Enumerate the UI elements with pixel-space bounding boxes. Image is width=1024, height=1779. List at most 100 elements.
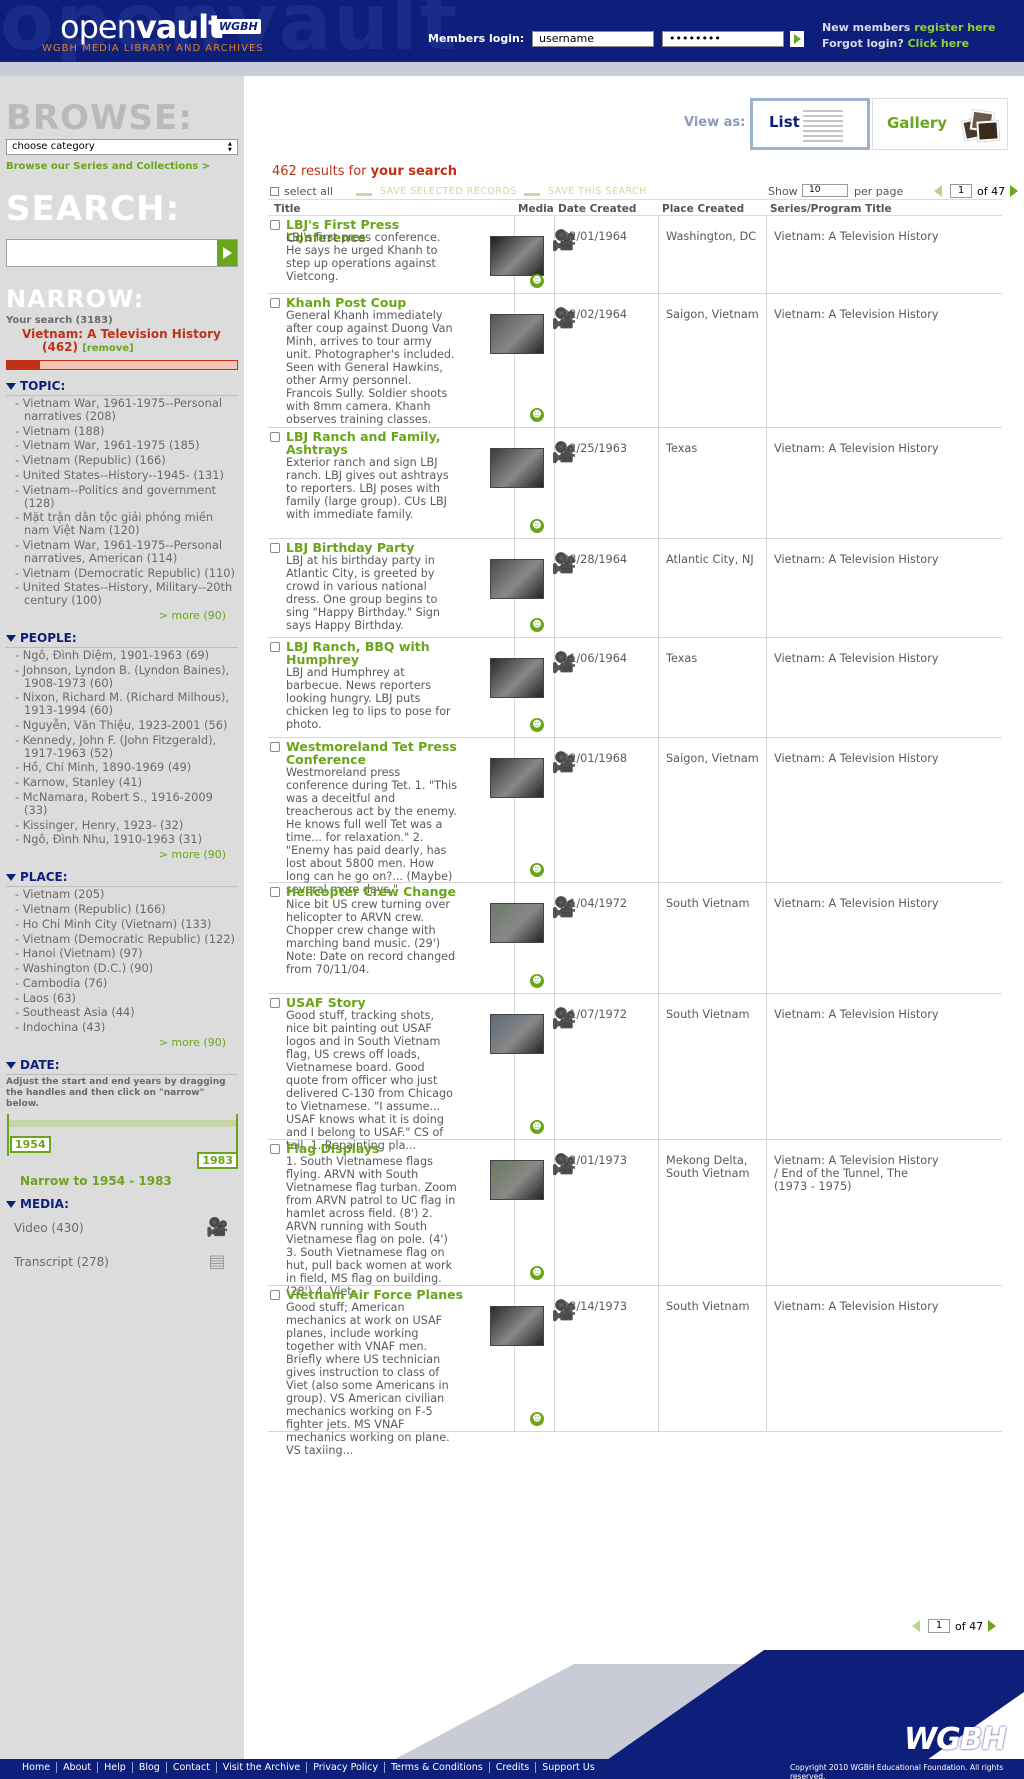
table-row[interactable]: LBJ's First Press Conference LBJ's first … [268,216,1002,294]
table-row[interactable]: Flag Displays 1. South Vietnamese flags f… [268,1140,1002,1298]
record-title-link[interactable]: LBJ Birthday Party [286,541,476,554]
place-facet-item[interactable]: Vietnam (205) [9,888,238,901]
row-checkbox[interactable] [270,298,280,308]
topic-facet-item[interactable]: Vietnam (188) [9,424,238,438]
username-input[interactable]: username [532,31,654,47]
place-more-link[interactable]: > more (90) [6,1036,226,1049]
topic-facet-item[interactable]: Vietnam War, 1961-1975--Personal narrati… [9,539,238,565]
footer-link[interactable]: Visit the Archive [216,1762,308,1773]
record-title-link[interactable]: Westmoreland Tet Press Conference [286,740,476,766]
record-title-link[interactable]: USAF Story [286,996,476,1009]
media-video-item[interactable]: Video (430) 🎥 [6,1213,238,1247]
footer-link[interactable]: Help [98,1762,133,1773]
column-place[interactable]: Place Created [662,203,744,215]
topic-facet-item[interactable]: Vietnam War, 1961-1975--Personal narrati… [9,397,238,423]
view-list-button[interactable]: List [750,98,870,150]
row-checkbox[interactable] [270,543,280,553]
place-facet-item[interactable]: Southeast Asia (44) [9,1006,238,1019]
record-thumbnail[interactable] [490,658,544,698]
people-facet-item[interactable]: McNamara, Robert S., 1916-2009 (33) [9,791,238,817]
record-title-link[interactable]: Vietnam Air Force Planes [286,1288,476,1301]
next-page-icon[interactable] [1010,185,1018,197]
page-number-input[interactable]: 1 [928,1619,950,1633]
footer-link[interactable]: Terms & Conditions [384,1762,490,1773]
people-facet-item[interactable]: Ngô, Đình Diệm, 1901-1963 (69) [9,649,238,662]
wgbh-footer-logo[interactable]: WGBH [904,1722,1007,1757]
topic-facet-item[interactable]: United States--History--1945- (131) [9,469,238,482]
table-row[interactable]: Helicopter Crew Change Nice bit US crew t… [268,883,1002,994]
date-facet-title[interactable]: DATE: [6,1058,238,1076]
footer-link[interactable]: About [57,1762,99,1773]
people-facet-item[interactable]: Hồ, Chí Minh, 1890-1969 (49) [9,761,238,774]
footer-link[interactable]: Contact [166,1762,217,1773]
footer-link[interactable]: Support Us [536,1762,600,1773]
place-facet-title[interactable]: PLACE: [6,870,238,888]
table-row[interactable]: LBJ Ranch, BBQ with Humphrey LBJ and Hump… [268,638,1002,738]
record-thumbnail[interactable] [490,314,544,354]
record-title-link[interactable]: Khanh Post Coup [286,296,476,309]
people-facet-title[interactable]: PEOPLE: [6,631,238,648]
record-title-link[interactable]: LBJ Ranch and Family, Ashtrays [286,430,476,456]
table-row[interactable]: Vietnam Air Force Planes Good stuff; Amer… [268,1286,1002,1457]
password-input[interactable]: •••••••• [662,31,784,47]
prev-page-icon[interactable] [912,1620,920,1632]
topic-more-link[interactable]: > more (90) [6,609,226,622]
media-facet-title[interactable]: MEDIA: [6,1197,238,1213]
footer-link[interactable]: Credits [489,1762,537,1773]
search-go-button[interactable] [217,240,237,266]
record-title-link[interactable]: Flag Displays [286,1142,476,1155]
column-media[interactable]: Media [518,203,554,215]
date-start-handle[interactable] [7,1114,9,1157]
row-checkbox[interactable] [270,1290,280,1300]
select-all-checkbox[interactable] [270,187,279,196]
footer-link[interactable]: Privacy Policy [307,1762,385,1773]
login-go-button[interactable] [790,31,804,47]
topic-facet-item[interactable]: Vietnam (Democratic Republic) (110) [9,566,238,580]
save-records-button[interactable]: SAVE SELECTED RECORDS [380,186,517,197]
per-page-select[interactable]: 10 [802,184,848,197]
record-thumbnail[interactable] [490,236,544,276]
openvault-logo[interactable]: openvault [60,8,223,46]
record-thumbnail[interactable] [490,758,544,798]
category-select[interactable]: choose category [6,139,238,155]
topic-facet-item[interactable]: Vietnam--Politics and government (128) [9,483,238,510]
footer-link[interactable]: Blog [132,1762,167,1773]
table-row[interactable]: LBJ Birthday Party LBJ at his birthday pa… [268,539,1002,638]
forgot-login-link[interactable]: Click here [908,37,969,50]
row-checkbox[interactable] [270,887,280,897]
place-facet-item[interactable]: Washington (D.C.) (90) [9,962,238,975]
place-facet-item[interactable]: Ho Chi Minh City (Vietnam) (133) [9,917,238,931]
record-thumbnail[interactable] [490,559,544,599]
people-facet-item[interactable]: Karnow, Stanley (41) [9,776,238,789]
column-title[interactable]: Title [274,203,301,215]
people-facet-item[interactable]: Nguyễn, Văn Thiệu, 1923-2001 (56) [9,719,238,732]
view-gallery-button[interactable]: Gallery [872,98,1008,150]
column-series[interactable]: Series/Program Title [770,203,892,215]
table-row[interactable]: USAF Story Good stuff, tracking shots, ni… [268,994,1002,1152]
table-row[interactable]: LBJ Ranch and Family, Ashtrays Exterior r… [268,428,1002,539]
row-checkbox[interactable] [270,432,280,442]
topic-facet-title[interactable]: TOPIC: [6,379,238,396]
topic-facet-item[interactable]: Vietnam (Republic) (166) [9,454,238,467]
topic-facet-item[interactable]: Mặt trận dân tộc giải phóng miền nam Việ… [9,511,238,537]
search-field[interactable] [6,239,238,267]
record-thumbnail[interactable] [490,448,544,488]
table-row[interactable]: Khanh Post Coup General Khanh immediately… [268,294,1002,428]
register-link[interactable]: register here [914,21,995,34]
date-range-slider[interactable]: 1954 1983 [6,1114,238,1170]
next-page-icon[interactable] [988,1620,996,1632]
record-thumbnail[interactable] [490,1306,544,1346]
column-date[interactable]: Date Created [558,203,636,215]
place-facet-item[interactable]: Cambodia (76) [9,977,238,990]
place-facet-item[interactable]: Vietnam (Democratic Republic) (122) [9,932,238,946]
place-facet-item[interactable]: Indochina (43) [9,1021,238,1034]
topic-facet-item[interactable]: United States--History, Military--20th c… [9,581,238,607]
people-facet-item[interactable]: Kennedy, John F. (John Fitzgerald), 1917… [9,733,238,760]
people-facet-item[interactable]: Nixon, Richard M. (Richard Milhous), 191… [9,691,238,717]
record-thumbnail[interactable] [490,903,544,943]
date-end-handle[interactable] [236,1114,238,1157]
people-more-link[interactable]: > more (90) [6,848,226,861]
row-checkbox[interactable] [270,742,280,752]
footer-link[interactable]: Home [16,1762,58,1773]
row-checkbox[interactable] [270,1144,280,1154]
